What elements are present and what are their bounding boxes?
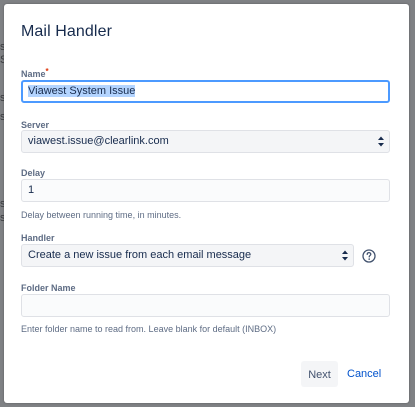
dialog-title: Mail Handler xyxy=(21,23,113,40)
select-arrows-icon xyxy=(378,136,384,147)
name-input[interactable]: Viawest System Issue xyxy=(21,80,390,103)
server-label: Server xyxy=(21,120,50,130)
select-arrows-icon xyxy=(342,250,348,261)
handler-label: Handler xyxy=(21,233,55,243)
next-button[interactable]: Next xyxy=(301,361,338,387)
cancel-link[interactable]: Cancel xyxy=(345,361,383,387)
required-marker: * xyxy=(45,67,49,76)
handler-select-value: Create a new issue from each email messa… xyxy=(28,249,252,261)
help-icon[interactable] xyxy=(362,249,376,263)
name-label-text: Name xyxy=(21,69,46,79)
folder-name-hint: Enter folder name to read from. Leave bl… xyxy=(21,324,277,334)
name-input-value: Viawest System Issue xyxy=(28,85,136,97)
delay-label: Delay xyxy=(21,168,46,178)
server-select-value: viawest.issue@clearlink.com xyxy=(28,135,169,147)
delay-input-value: 1 xyxy=(28,184,35,196)
folder-name-label: Folder Name xyxy=(21,283,76,293)
delay-input[interactable]: 1 xyxy=(21,179,390,202)
mail-handler-dialog: Mail Handler Name* Viawest System Issue … xyxy=(4,4,409,403)
delay-hint: Delay between running time, in minutes. xyxy=(21,210,182,220)
name-label: Name* xyxy=(21,67,49,79)
handler-select[interactable]: Create a new issue from each email messa… xyxy=(21,244,354,267)
folder-name-input[interactable] xyxy=(21,294,390,317)
server-select[interactable]: viawest.issue@clearlink.com xyxy=(21,130,390,153)
